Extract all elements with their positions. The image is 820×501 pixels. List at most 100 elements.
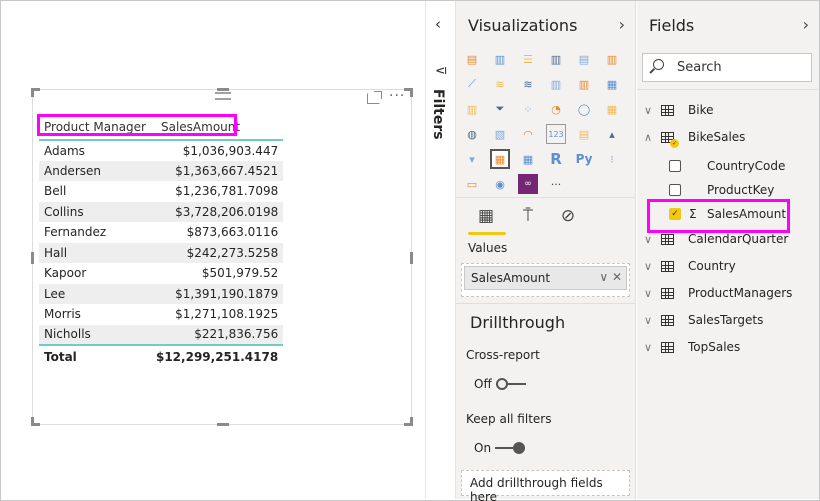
- matrix-icon[interactable]: ▦: [518, 149, 538, 169]
- chevron-down-icon[interactable]: ∨: [637, 233, 659, 246]
- field-row[interactable]: ProductKey: [637, 179, 817, 201]
- card-icon[interactable]: 123: [546, 124, 566, 144]
- line-and-stacked-column-chart-icon[interactable]: ▥: [546, 74, 566, 94]
- more-options-icon[interactable]: ···: [389, 88, 405, 104]
- gauge-icon[interactable]: ◠: [518, 124, 538, 144]
- map-icon[interactable]: ◍: [462, 124, 482, 144]
- clustered-bar-chart-icon[interactable]: ☰: [518, 49, 538, 69]
- table-row[interactable]: Fernandez $873,663.0116: [39, 222, 283, 243]
- q-and-a-icon[interactable]: ▭: [462, 174, 482, 194]
- scatter-chart-icon[interactable]: ⁘: [518, 99, 538, 119]
- table-row[interactable]: Morris $1,271,108.1925: [39, 304, 283, 325]
- table-row[interactable]: Adams $1,036,903.447: [39, 140, 283, 161]
- chip-dropdown-remove-icons[interactable]: ∨ ✕: [599, 270, 622, 284]
- resize-handle-top[interactable]: [217, 88, 229, 91]
- r-script-visual-icon[interactable]: R: [546, 149, 566, 169]
- filters-pane-collapsed[interactable]: ‹ ⊽ Filters: [425, 1, 456, 499]
- format-tab-icon[interactable]: ⍑: [514, 204, 542, 228]
- clustered-column-chart-icon[interactable]: ▥: [546, 49, 566, 69]
- line-chart-icon[interactable]: ⟋: [462, 74, 482, 94]
- stacked-area-chart-icon[interactable]: ≋: [518, 74, 538, 94]
- keep-all-filters-toggle[interactable]: On: [474, 441, 526, 455]
- filled-map-icon[interactable]: ▧: [490, 124, 510, 144]
- cross-report-toggle[interactable]: Off: [474, 377, 526, 391]
- treemap-icon[interactable]: ▦: [602, 99, 622, 119]
- toggle-knob[interactable]: [513, 442, 526, 454]
- ribbon-chart-icon[interactable]: ▦: [602, 74, 622, 94]
- toggle-knob[interactable]: [495, 378, 508, 390]
- table-row[interactable]: Bell $1,236,781.7098: [39, 181, 283, 202]
- values-field-chip[interactable]: SalesAmount ∨ ✕: [464, 266, 627, 290]
- check-badge-icon: ✓: [670, 138, 679, 148]
- field-table-row[interactable]: ∨ Bike: [637, 99, 817, 121]
- table-row[interactable]: Nicholls $221,836.756: [39, 324, 284, 345]
- python-visual-icon[interactable]: Py: [574, 149, 594, 169]
- 100-stacked-column-chart-icon[interactable]: ▥: [602, 49, 622, 69]
- more-visuals-icon[interactable]: ···: [546, 174, 566, 194]
- table-row[interactable]: Collins $3,728,206.0198: [39, 201, 284, 222]
- kpi-icon[interactable]: ▴: [602, 124, 622, 144]
- field-checkbox[interactable]: [669, 160, 681, 172]
- chevron-up-icon[interactable]: ∧: [637, 131, 659, 144]
- filters-label[interactable]: Filters: [430, 89, 446, 140]
- field-table-row[interactable]: ∨ Country: [637, 255, 817, 277]
- resize-handle-bottom[interactable]: [217, 423, 229, 426]
- pie-chart-icon[interactable]: ◔: [546, 99, 566, 119]
- 100-stacked-bar-chart-icon[interactable]: ▤: [574, 49, 594, 69]
- fields-tab-icon[interactable]: ▦: [472, 204, 500, 228]
- drag-grip-icon[interactable]: [215, 92, 231, 100]
- field-checkbox[interactable]: [669, 184, 681, 196]
- resize-handle-left[interactable]: [31, 252, 34, 264]
- table-row[interactable]: Kapoor $501,979.52: [39, 263, 283, 284]
- keep-all-filters-state: On: [474, 441, 492, 455]
- field-table-row[interactable]: ∨ TopSales: [637, 336, 817, 358]
- analytics-tab-icon[interactable]: ⊘: [554, 204, 582, 228]
- fields-title: Fields: [649, 16, 695, 35]
- field-table-row[interactable]: ∧ ✓ BikeSales: [637, 126, 817, 148]
- resize-handle-right[interactable]: [410, 252, 413, 264]
- donut-chart-icon[interactable]: ◯: [574, 99, 594, 119]
- table-visual[interactable]: ··· Product Manager SalesAmount Adams $1…: [31, 88, 413, 426]
- fields-search-input[interactable]: Search: [642, 53, 812, 82]
- sales-amount-cell: $221,836.756: [194, 327, 279, 342]
- values-well[interactable]: SalesAmount ∨ ✕: [461, 263, 630, 297]
- chevron-down-icon[interactable]: ∨: [637, 260, 659, 273]
- funnel-chart-icon[interactable]: ⏷: [490, 99, 510, 119]
- waterfall-chart-icon[interactable]: ▥: [462, 99, 482, 119]
- chevron-right-icon[interactable]: ›: [619, 15, 625, 34]
- arcgis-map-icon[interactable]: ◉: [490, 174, 510, 194]
- table-row[interactable]: Hall $242,273.5258: [39, 242, 284, 263]
- chevron-right-icon[interactable]: ›: [803, 15, 809, 34]
- table-icon[interactable]: ▦: [490, 149, 510, 169]
- field-table-row[interactable]: ∨ SalesTargets: [637, 309, 817, 331]
- multi-row-card-icon[interactable]: ▤: [574, 124, 594, 144]
- field-table-row[interactable]: ∨ ProductManagers: [637, 282, 817, 304]
- add-drillthrough-fields-well[interactable]: Add drillthrough fields here: [461, 470, 630, 501]
- chevron-down-icon[interactable]: ∨: [637, 341, 659, 354]
- stacked-column-chart-icon[interactable]: ▥: [490, 49, 510, 69]
- resize-handle-bottom-left[interactable]: [31, 417, 40, 426]
- table-icon: ✓: [661, 131, 679, 148]
- table-row[interactable]: Lee $1,391,190.1879: [39, 283, 284, 304]
- collapse-left-icon[interactable]: ‹: [435, 15, 441, 33]
- focus-mode-icon[interactable]: [367, 91, 382, 104]
- area-chart-icon[interactable]: ≋: [490, 74, 510, 94]
- field-row[interactable]: CountryCode: [637, 155, 817, 177]
- resize-handle-bottom-right[interactable]: [404, 417, 413, 426]
- stacked-bar-chart-icon[interactable]: ▤: [462, 49, 482, 69]
- key-influencers-icon[interactable]: ⁝: [602, 149, 622, 169]
- chevron-down-icon[interactable]: ∨: [637, 314, 659, 327]
- table-icon: [661, 233, 674, 245]
- power-apps-icon[interactable]: ∞: [518, 174, 538, 194]
- line-and-clustered-column-chart-icon[interactable]: ▥: [574, 74, 594, 94]
- chevron-down-icon[interactable]: ∨: [637, 287, 659, 300]
- search-placeholder: Search: [677, 60, 722, 75]
- filter-funnel-icon: ⊽: [432, 65, 448, 76]
- resize-handle-top-left[interactable]: [31, 88, 40, 97]
- report-canvas[interactable]: ··· Product Manager SalesAmount Adams $1…: [1, 1, 425, 499]
- table-row[interactable]: Andersen $1,363,667.4521: [39, 160, 284, 181]
- slicer-icon[interactable]: ▾: [462, 149, 482, 169]
- table-name: CalendarQuarter: [688, 232, 789, 246]
- product-manager-cell: Bell: [44, 184, 67, 199]
- chevron-down-icon[interactable]: ∨: [637, 104, 659, 117]
